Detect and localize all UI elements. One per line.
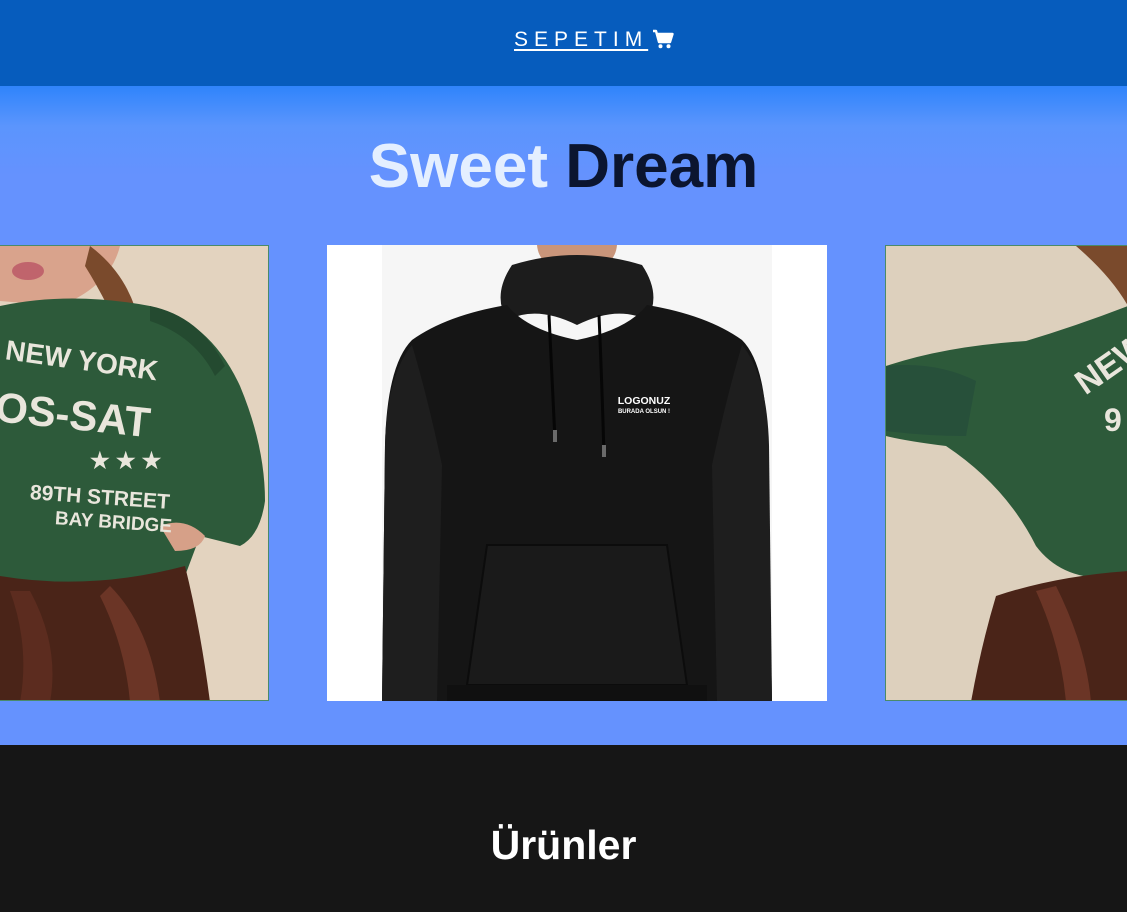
brand-word-sweet: Sweet: [368, 132, 548, 201]
hero-section: Sweet Dream NEW YORK OS-SAT ★ ★ ★ 89TH S…: [0, 86, 1127, 745]
cart-link-label: SEPETIM: [514, 28, 649, 51]
cart-link[interactable]: SEPETIM: [514, 28, 674, 52]
shopping-cart-icon: [652, 28, 674, 50]
products-section: Ürünler: [0, 745, 1127, 912]
top-navigation-bar: SEPETIM: [0, 0, 1127, 86]
brand-title: Sweet Dream: [0, 132, 1127, 202]
green-sweatshirt-image: NEW YORK OS-SAT ★ ★ ★ 89TH STREET BAY BR…: [0, 246, 268, 700]
black-hoodie-image: LOGONUZ BURADA OLSUN !: [327, 245, 827, 701]
sweatshirt-back-print-line: 9: [1104, 402, 1122, 438]
svg-text:★ ★ ★: ★ ★ ★: [90, 448, 162, 473]
carousel-slide-previous[interactable]: NEW YORK OS-SAT ★ ★ ★ 89TH STREET BAY BR…: [0, 245, 269, 701]
brand-word-dream: Dream: [565, 132, 759, 201]
carousel-slide-active[interactable]: LOGONUZ BURADA OLSUN !: [327, 245, 827, 701]
products-heading: Ürünler: [490, 822, 637, 868]
green-sweatshirt-back-image: NEW 9: [886, 246, 1127, 700]
hoodie-print-line: LOGONUZ: [618, 395, 671, 407]
hoodie-print-line: BURADA OLSUN !: [618, 409, 670, 415]
carousel-slide-next[interactable]: NEW 9: [885, 245, 1127, 701]
